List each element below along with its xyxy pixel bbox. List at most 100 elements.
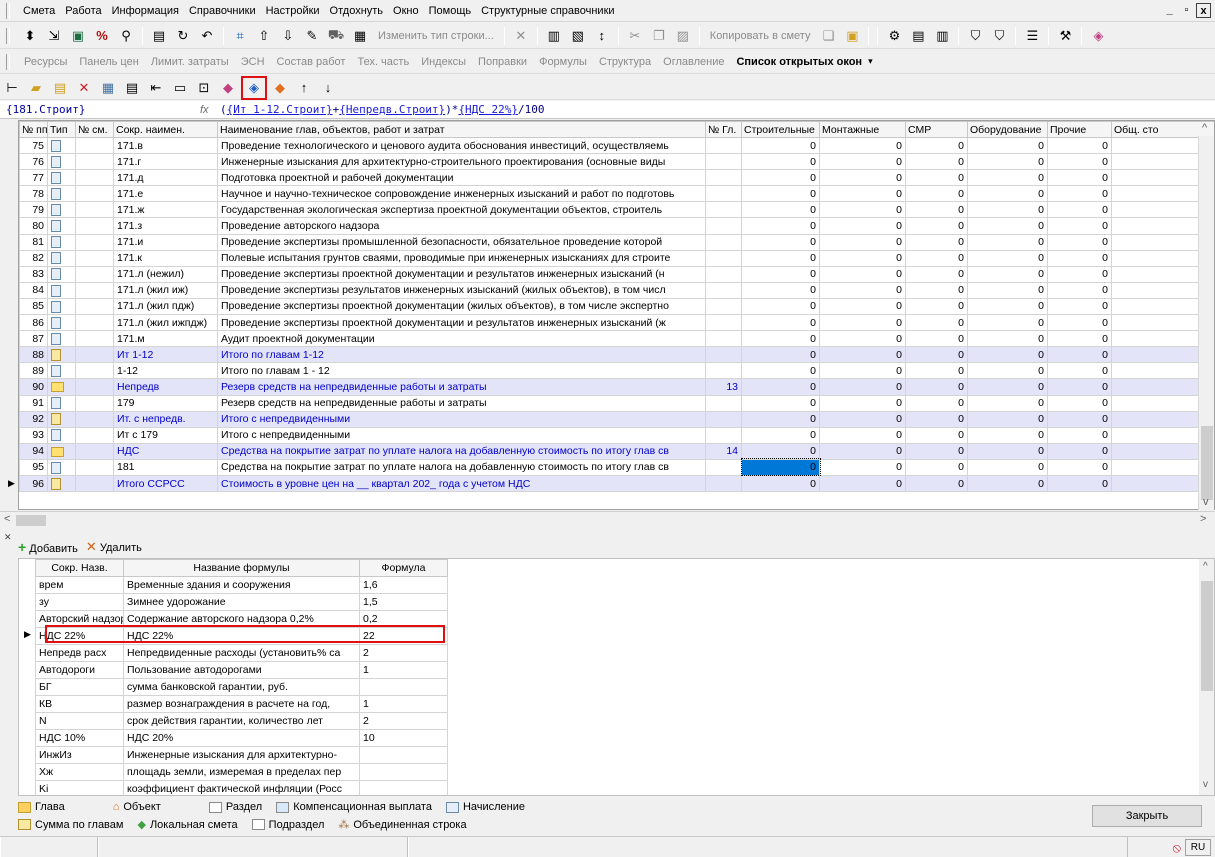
excel-icon[interactable]: ▣ bbox=[67, 25, 89, 47]
formula-name[interactable]: Инженерные изыскания для архитектурно- bbox=[123, 746, 360, 764]
value-cell[interactable]: 0 bbox=[905, 265, 968, 283]
formula-short[interactable]: N bbox=[35, 712, 124, 730]
value-cell[interactable]: 0 bbox=[1047, 330, 1112, 348]
table-row[interactable]: 88 Ит 1-12 Итого по главам 1-12 0 0 0 0 0 bbox=[19, 346, 1214, 364]
group-icon[interactable]: ▧ bbox=[567, 25, 589, 47]
table-row[interactable]: 89 1-12 Итого по главам 1 - 12 0 0 0 0 0 bbox=[19, 362, 1214, 380]
value-cell[interactable]: 0 bbox=[905, 217, 968, 235]
estimate-orange-icon[interactable]: ◆ bbox=[269, 77, 291, 99]
value-cell[interactable]: 0 bbox=[819, 474, 906, 493]
table-icon[interactable]: ▦ bbox=[97, 77, 119, 99]
formula-value[interactable]: 1 bbox=[359, 661, 448, 679]
value-cell[interactable]: 0 bbox=[967, 136, 1048, 155]
table-row[interactable]: 80 171.з Проведение авторского надзора 0 0 0 0… bbox=[19, 217, 1214, 235]
comment-icon[interactable]: ✎ bbox=[301, 25, 323, 47]
search-db-icon[interactable]: ⚙ bbox=[883, 25, 905, 47]
menu-help[interactable]: Помощь bbox=[424, 1, 477, 21]
column-header[interactable]: СМР bbox=[905, 121, 968, 138]
row-number[interactable]: 91 bbox=[19, 394, 48, 412]
table-row[interactable]: 75 171.в Проведение технологического и цен… bbox=[19, 136, 1214, 155]
value-cell[interactable]: 0 bbox=[819, 330, 906, 348]
value-cell[interactable]: 0 bbox=[905, 185, 968, 203]
pane-close-icon[interactable]: ✕ bbox=[4, 532, 12, 543]
value-cell[interactable]: 0 bbox=[1047, 346, 1112, 364]
formula-short[interactable]: Авторский надзор bbox=[35, 610, 124, 628]
full-name[interactable]: Проведение экспертизы проектной документ… bbox=[217, 314, 706, 332]
formula-row[interactable]: Хж площадь земли, измеремая в пределах пе… bbox=[35, 763, 448, 781]
formula-row[interactable]: врем Временные здания и сооружения 1,6 bbox=[35, 576, 448, 594]
search-icon[interactable]: ⚲ bbox=[115, 25, 137, 47]
value-cell[interactable]: 0 bbox=[967, 346, 1048, 364]
value-cell[interactable]: 0 bbox=[1047, 185, 1112, 203]
scroll-right-icon[interactable]: > bbox=[1200, 513, 1206, 525]
formula-short[interactable]: Автодороги bbox=[35, 661, 124, 679]
formula-name[interactable]: Пользование автодорогами bbox=[123, 661, 360, 679]
chapter-number[interactable]: 13 bbox=[705, 378, 742, 396]
formula-row[interactable]: КВ размер вознаграждения в расчете на год… bbox=[35, 695, 448, 713]
table-row[interactable]: 84 171.л (жил иж) Проведение экспертизы ре… bbox=[19, 281, 1214, 299]
row-number[interactable]: 79 bbox=[19, 201, 48, 219]
value-cell[interactable]: 0 bbox=[819, 265, 906, 283]
formula-short[interactable]: врем bbox=[35, 576, 124, 594]
value-cell[interactable]: 0 bbox=[967, 394, 1048, 412]
value-cell[interactable]: 0 bbox=[741, 281, 820, 299]
short-name[interactable]: 171.м bbox=[113, 330, 218, 348]
value-cell[interactable]: 0 bbox=[741, 410, 820, 428]
value-cell[interactable]: 0 bbox=[905, 410, 968, 428]
short-name[interactable]: 171.л (жил ижпдж) bbox=[113, 314, 218, 332]
formula-row[interactable]: Ki коэффициент фактической инфляции (Росс bbox=[35, 780, 448, 795]
value-cell[interactable]: 0 bbox=[741, 394, 820, 412]
value-cell[interactable]: 0 bbox=[1047, 474, 1112, 493]
table-row[interactable]: 94 НДС Средства на покрытие затрат по упла… bbox=[19, 442, 1214, 460]
scroll-up-icon[interactable]: ^ bbox=[1202, 122, 1207, 134]
row-type[interactable] bbox=[47, 410, 76, 428]
formula-value[interactable] bbox=[359, 746, 448, 764]
row-type[interactable] bbox=[47, 362, 76, 380]
value-cell[interactable]: 0 bbox=[741, 249, 820, 267]
local-estimate-icon[interactable]: ◆ bbox=[217, 77, 239, 99]
value-cell[interactable]: 0 bbox=[905, 153, 968, 171]
formula-short[interactable]: КВ bbox=[35, 695, 124, 713]
value-cell[interactable]: 0 bbox=[967, 297, 1048, 316]
estimate-number[interactable] bbox=[75, 297, 114, 316]
value-cell[interactable]: 0 bbox=[1047, 233, 1112, 251]
value-cell[interactable]: 0 bbox=[1047, 378, 1112, 396]
doc-arrow-icon[interactable]: ⇤ bbox=[145, 77, 167, 99]
formula-name[interactable]: коэффициент фактической инфляции (Росс bbox=[123, 780, 360, 795]
row-number[interactable]: 92 bbox=[19, 410, 48, 428]
value-cell[interactable]: 0 bbox=[967, 249, 1048, 267]
column-header[interactable]: Оборудование bbox=[967, 121, 1048, 138]
paste-estimate-icon[interactable]: ▣ bbox=[841, 25, 863, 47]
value-cell[interactable]: 0 bbox=[967, 233, 1048, 251]
value-cell[interactable]: 0 bbox=[819, 217, 906, 235]
add-button[interactable]: + Добавить bbox=[18, 539, 78, 555]
value-cell[interactable]: 0 bbox=[967, 378, 1048, 396]
formula-vscroll[interactable]: ^ v bbox=[1199, 559, 1214, 795]
table-row[interactable]: 96 Итого ССРСС Стоимость в уровне цен на _… bbox=[19, 474, 1214, 493]
estimate-number[interactable] bbox=[75, 281, 114, 299]
value-cell[interactable]: 0 bbox=[905, 346, 968, 364]
value-cell[interactable]: 0 bbox=[1047, 394, 1112, 412]
price2-icon[interactable]: ▥ bbox=[931, 25, 953, 47]
full-name[interactable]: Итого по главам 1 - 12 bbox=[217, 362, 706, 380]
row-number[interactable]: 90 bbox=[19, 378, 48, 396]
panel-structure[interactable]: Структура bbox=[593, 52, 657, 72]
value-cell[interactable]: 0 bbox=[819, 281, 906, 299]
formula-value[interactable] bbox=[359, 763, 448, 781]
change-type-button[interactable]: Изменить тип строки... bbox=[372, 26, 500, 46]
column-header[interactable]: № Гл. bbox=[705, 121, 742, 138]
short-name[interactable]: 171.к bbox=[113, 249, 218, 267]
formula-value[interactable]: 2 bbox=[359, 644, 448, 662]
column-header[interactable]: Сокр. Назв. bbox=[35, 559, 124, 577]
row-type[interactable] bbox=[47, 394, 76, 412]
eraser-icon[interactable]: ◈ bbox=[1087, 25, 1109, 47]
table-row[interactable]: 95 181 Средства на покрытие затрат по упла… bbox=[19, 458, 1214, 477]
short-name[interactable]: Ит с 179 bbox=[113, 426, 218, 444]
formula-short[interactable]: НДС 10% bbox=[35, 729, 124, 747]
full-name[interactable]: Итого по главам 1-12 bbox=[217, 346, 706, 364]
chapter-number[interactable] bbox=[705, 314, 742, 332]
table-row[interactable]: 82 171.к Полевые испытания грунтов сваями,… bbox=[19, 249, 1214, 267]
value-cell[interactable]: 0 bbox=[967, 330, 1048, 348]
chapter-number[interactable] bbox=[705, 136, 742, 155]
estimate-number[interactable] bbox=[75, 233, 114, 251]
